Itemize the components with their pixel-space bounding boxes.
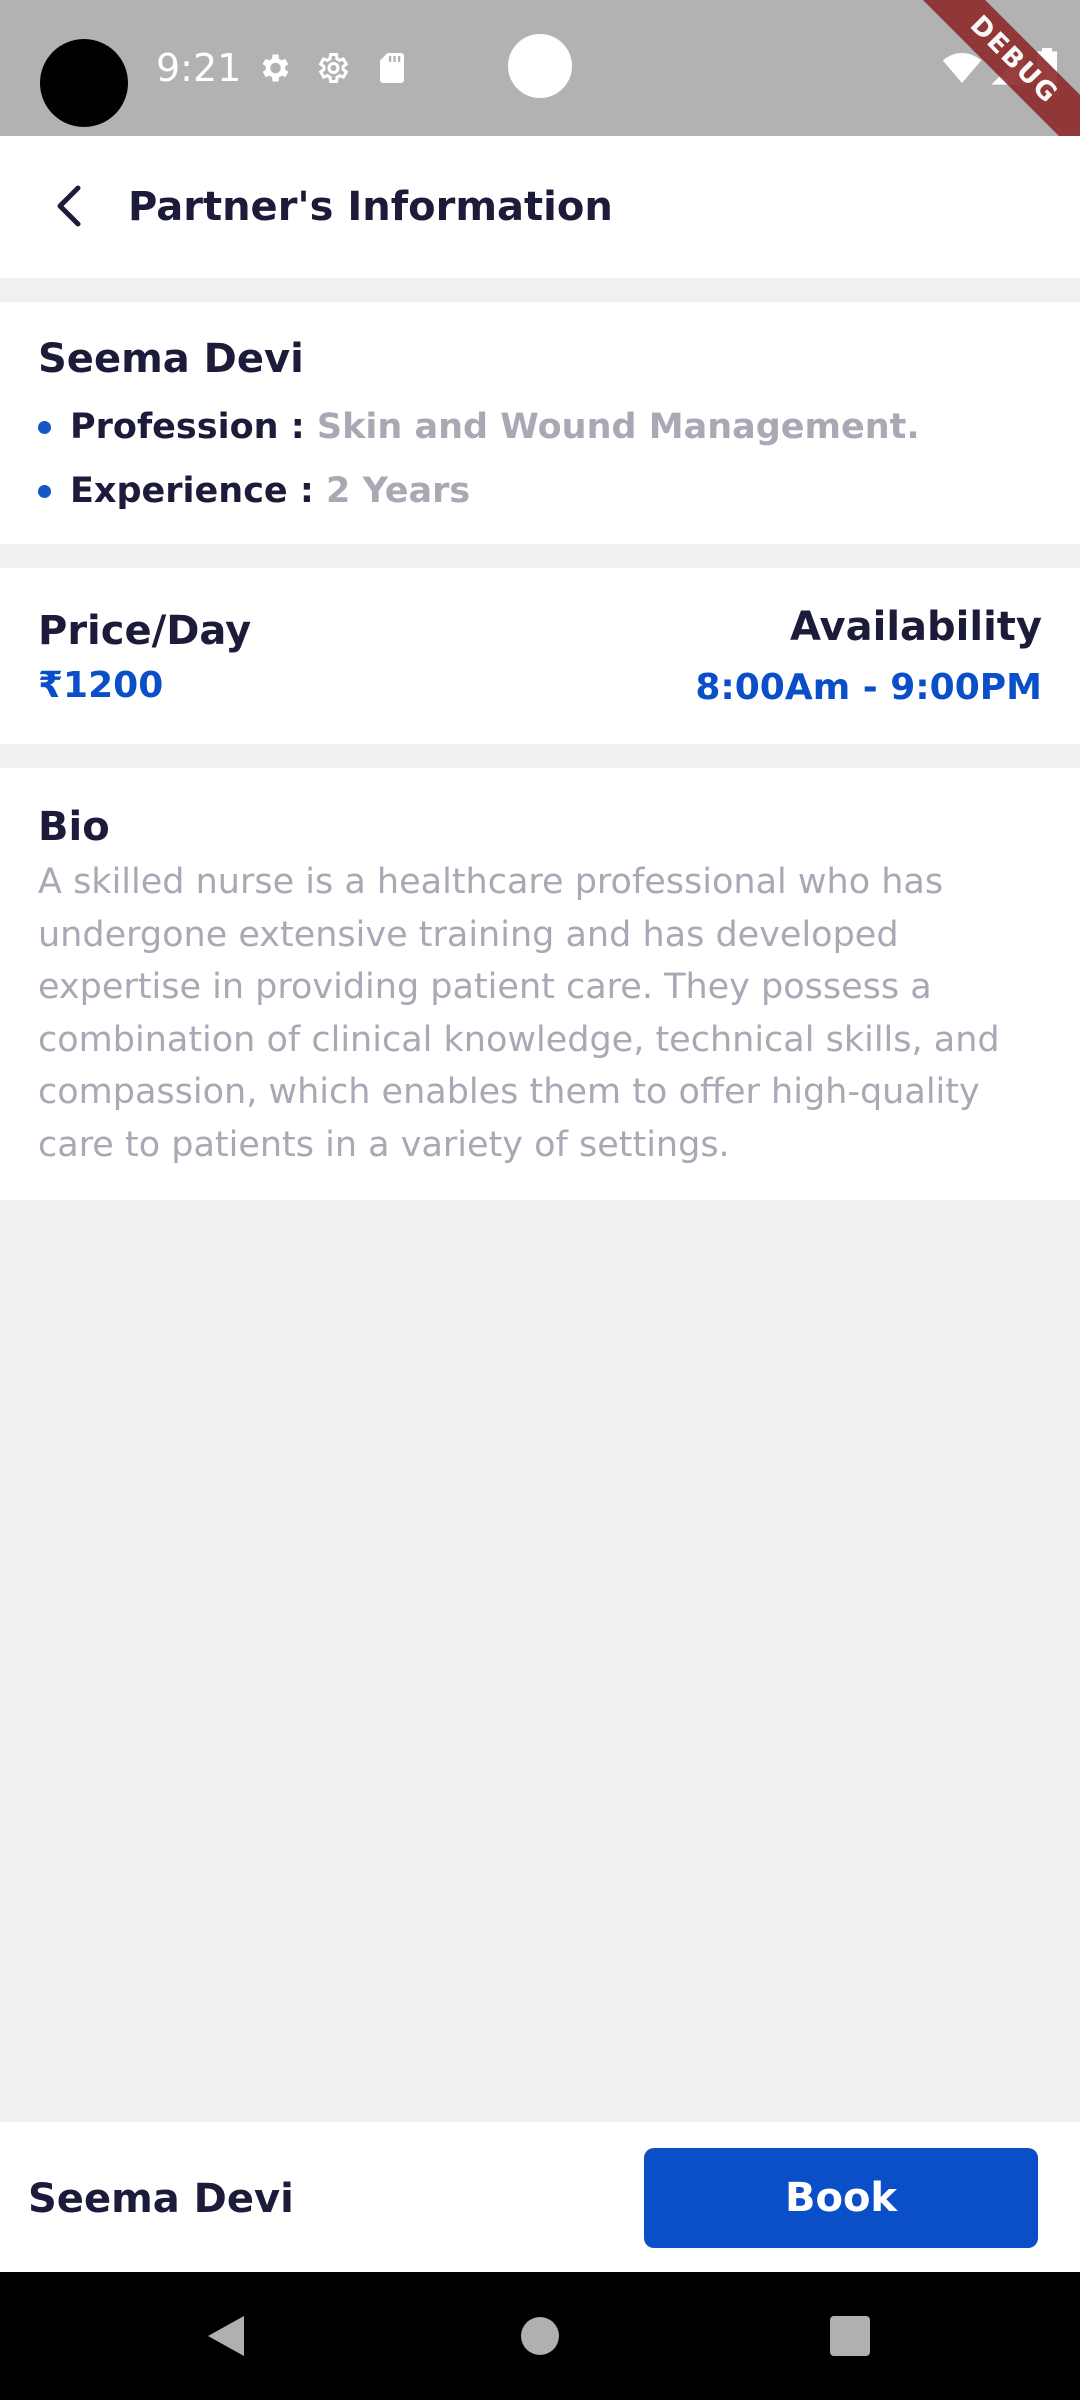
experience-label: Experience : <box>70 471 327 511</box>
partner-name: Seema Devi <box>38 336 304 382</box>
status-indicator-dot <box>508 34 572 98</box>
status-time: 9:21 <box>156 46 242 90</box>
availability-value: 8:00Am - 9:00PM <box>695 667 1042 708</box>
page-title: Partner's Information <box>128 184 613 230</box>
price-value: ₹1200 <box>38 665 164 706</box>
bottom-partner-name: Seema Devi <box>28 2176 294 2222</box>
profession-label: Profession : <box>70 407 317 447</box>
back-arrow-icon <box>57 185 81 227</box>
bullet-icon <box>38 484 51 498</box>
nav-back-button[interactable] <box>196 2306 256 2366</box>
nav-home-button[interactable] <box>510 2306 570 2366</box>
debug-banner: DEBUG <box>906 0 1080 136</box>
status-bar: 9:21 DEBUG <box>0 0 1080 136</box>
back-triangle-icon <box>208 2316 244 2356</box>
bullet-icon <box>38 420 51 434</box>
availability-label: Availability <box>790 604 1042 650</box>
profession-row: Profession : Skin and Wound Management. <box>38 402 920 452</box>
system-nav-bar <box>0 2272 1080 2400</box>
camera-cutout <box>40 39 128 127</box>
pricing-card: Price/Day ₹1200 Availability 8:00Am - 9:… <box>0 568 1080 744</box>
experience-value: 2 Years <box>326 471 471 511</box>
settings-outline-icon <box>318 53 349 83</box>
sd-card-icon <box>380 53 404 83</box>
partner-info-card: Seema Devi Profession : Skin and Wound M… <box>0 302 1080 544</box>
price-label: Price/Day <box>38 608 252 654</box>
settings-icon <box>262 54 289 82</box>
back-button[interactable] <box>38 176 98 236</box>
bottom-action-bar: Seema Devi Book <box>0 2122 1080 2272</box>
experience-row: Experience : 2 Years <box>38 466 470 516</box>
bio-card: Bio A skilled nurse is a healthcare prof… <box>0 768 1080 1200</box>
bio-title: Bio <box>38 804 110 850</box>
nav-recents-button[interactable] <box>820 2306 880 2366</box>
recents-square-icon <box>830 2316 870 2356</box>
home-circle-icon <box>521 2317 559 2355</box>
book-button[interactable]: Book <box>644 2148 1038 2248</box>
bio-text: A skilled nurse is a healthcare professi… <box>38 862 1000 1165</box>
profession-value: Skin and Wound Management. <box>316 407 920 447</box>
app-bar: Partner's Information <box>0 136 1080 278</box>
